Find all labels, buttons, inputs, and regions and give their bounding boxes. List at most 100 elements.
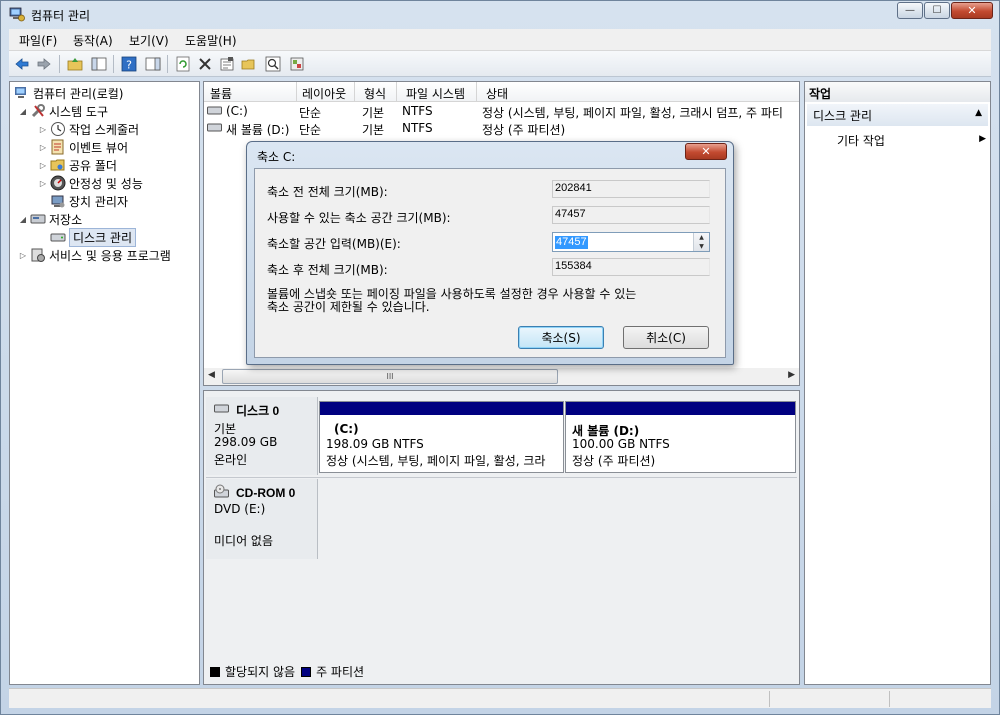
partition-d[interactable]: 새 볼륨 (D:) 100.00 GB NTFS 정상 (주 파티션): [565, 401, 796, 473]
actions-pane: 작업 디스크 관리 ▲ 기타 작업 ▶: [804, 81, 991, 685]
spin-down-icon[interactable]: ▼: [694, 242, 709, 251]
close-button[interactable]: ✕: [951, 2, 993, 19]
scroll-right-icon[interactable]: ▶: [788, 370, 795, 380]
menu-file[interactable]: 파일(F): [19, 32, 57, 49]
show-tree-icon[interactable]: [89, 54, 109, 74]
window-title: 컴퓨터 관리: [31, 9, 91, 23]
legend-unallocated-swatch: [210, 666, 220, 677]
spin-buttons[interactable]: ▲ ▼: [693, 233, 709, 251]
tree-item-disk-management[interactable]: 디스크 관리: [48, 227, 137, 247]
search-icon[interactable]: [263, 54, 283, 74]
tree-item-device-manager[interactable]: 장치 관리자: [48, 192, 128, 210]
computer-management-icon: [15, 87, 26, 98]
performance-icon: [50, 175, 66, 191]
shrink-button[interactable]: 축소(S): [518, 326, 604, 349]
volume-type: 기본: [362, 123, 385, 137]
disk-size: 298.09 GB: [214, 435, 278, 449]
computer-management-icon: [9, 7, 25, 22]
scroll-left-icon[interactable]: ◀: [208, 370, 215, 380]
action-more-actions[interactable]: 기타 작업: [837, 132, 885, 149]
shrink-amount-value: 47457: [555, 236, 588, 249]
tree-label: 작업 스케줄러: [69, 122, 140, 137]
menu-bar: 파일(F) 동작(A) 보기(V) 도움말(H): [9, 29, 991, 51]
menu-view[interactable]: 보기(V): [129, 32, 169, 49]
toolbar: ?: [9, 51, 991, 77]
expand-arrow-icon[interactable]: ▷: [18, 251, 28, 260]
legend-primary-swatch: [301, 666, 312, 677]
help-icon[interactable]: ?: [119, 54, 139, 74]
table-row[interactable]: 새 볼륨 (D:) 단순 기본 NTFS 정상 (주 파티션): [204, 120, 799, 137]
column-filesystem[interactable]: 파일 시스템: [406, 85, 465, 102]
volume-status: 정상 (주 파티션): [482, 123, 566, 137]
expand-arrow-icon[interactable]: ▷: [38, 161, 48, 170]
menu-action[interactable]: 동작(A): [73, 32, 113, 49]
services-icon: [31, 248, 45, 262]
collapse-arrow-icon[interactable]: ◢: [18, 107, 28, 116]
tree-item-computer-management[interactable]: 컴퓨터 관리(로컬): [12, 84, 123, 102]
column-volume[interactable]: 볼륨: [210, 85, 232, 102]
partition-c[interactable]: (C:) 198.09 GB NTFS 정상 (시스템, 부팅, 페이지 파일,…: [319, 401, 564, 473]
collapse-arrow-icon[interactable]: ◢: [18, 215, 28, 224]
tree-label: 공유 폴더: [69, 158, 117, 173]
status-bar: [9, 688, 991, 708]
view-icon[interactable]: [143, 54, 163, 74]
forward-icon[interactable]: [34, 54, 54, 74]
tree-item-shared-folders[interactable]: ▷ 공유 폴더: [38, 156, 117, 174]
delete-icon[interactable]: [195, 54, 215, 74]
tree-item-services[interactable]: ▷ 서비스 및 응용 프로그램: [18, 246, 171, 264]
tree-label: 이벤트 뷰어: [69, 140, 129, 155]
up-icon[interactable]: [65, 54, 85, 74]
disk-0-label[interactable]: 디스크 0 기본 298.09 GB 온라인: [206, 397, 318, 475]
horizontal-scrollbar[interactable]: ◀ III ▶: [204, 368, 799, 385]
disk-icon: [214, 404, 229, 413]
expand-arrow-icon[interactable]: ▷: [38, 179, 48, 188]
tree-label: 안정성 및 성능: [69, 176, 143, 191]
tree-item-storage[interactable]: ◢ 저장소: [18, 210, 82, 228]
column-status[interactable]: 상태: [486, 85, 508, 102]
open-icon[interactable]: [239, 54, 259, 74]
cancel-button[interactable]: 취소(C): [623, 326, 709, 349]
column-type[interactable]: 형식: [364, 85, 386, 102]
tree-label: 서비스 및 응용 프로그램: [49, 248, 171, 263]
menu-help[interactable]: 도움말(H): [185, 32, 237, 49]
tree-label: 시스템 도구: [49, 104, 109, 119]
shrink-amount-input[interactable]: 47457 ▲ ▼: [552, 232, 710, 252]
settings-icon[interactable]: [287, 54, 307, 74]
column-layout[interactable]: 레이아웃: [302, 85, 346, 102]
tree-label: 컴퓨터 관리(로컬): [33, 86, 124, 101]
dialog-body: 축소 전 전체 크기(MB): 202841 사용할 수 있는 축소 공간 크기…: [254, 168, 726, 358]
collapse-icon[interactable]: ▲: [975, 108, 982, 118]
dialog-close-button[interactable]: ✕: [685, 143, 727, 160]
minimize-button[interactable]: —: [897, 2, 923, 19]
expand-arrow-icon[interactable]: ▷: [38, 143, 48, 152]
svg-text:?: ?: [126, 59, 132, 72]
storage-icon: [30, 214, 46, 224]
tree-item-reliability[interactable]: ▷ 안정성 및 성능: [38, 174, 143, 192]
cdrom-0-label[interactable]: CD-ROM 0 DVD (E:) 미디어 없음: [206, 479, 318, 559]
expand-arrow-icon[interactable]: ▷: [38, 125, 48, 134]
cdrom-name: CD-ROM 0: [236, 486, 296, 500]
event-log-icon: [51, 139, 64, 155]
properties-icon[interactable]: [217, 54, 237, 74]
shared-folder-icon: [50, 159, 65, 171]
maximize-button[interactable]: ☐: [924, 2, 950, 19]
actions-section-disk-management[interactable]: 디스크 관리 ▲: [807, 104, 988, 126]
tree-item-task-scheduler[interactable]: ▷ 작업 스케줄러: [38, 120, 139, 138]
back-icon[interactable]: [12, 54, 32, 74]
scroll-thumb[interactable]: III: [222, 369, 558, 384]
disk-name: 디스크 0: [236, 404, 280, 418]
actions-header: 작업: [805, 82, 990, 102]
tree-item-event-viewer[interactable]: ▷ 이벤트 뷰어: [38, 138, 128, 156]
refresh-icon[interactable]: [173, 54, 193, 74]
legend-primary: 주 파티션: [316, 665, 365, 679]
shrink-dialog: 축소 C: ✕ 축소 전 전체 크기(MB): 202841 사용할 수 있는 …: [246, 141, 734, 365]
partition-status: 정상 (시스템, 부팅, 페이지 파일, 활성, 크라: [326, 454, 546, 468]
tree-item-system-tools[interactable]: ◢ 시스템 도구: [18, 102, 108, 120]
cdrom-media: 미디어 없음: [214, 534, 274, 548]
legend-unallocated: 할당되지 않음: [225, 665, 296, 679]
console-tree: 컴퓨터 관리(로컬) ◢ 시스템 도구 ▷ 작업 스케줄러 ▷ 이벤트 뷰어 ▷…: [9, 81, 200, 685]
action-label: 기타 작업: [837, 134, 885, 148]
total-after-value: 155384: [552, 258, 710, 276]
table-row[interactable]: (C:) 단순 기본 NTFS 정상 (시스템, 부팅, 페이지 파일, 활성,…: [204, 103, 799, 120]
spin-up-icon[interactable]: ▲: [694, 233, 709, 242]
